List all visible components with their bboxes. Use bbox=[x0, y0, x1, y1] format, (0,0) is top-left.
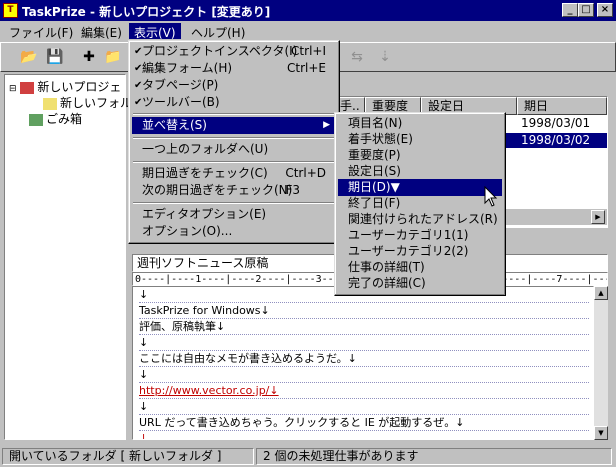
window-title: TaskPrize - 新しいプロジェクト [変更あり] bbox=[22, 5, 271, 19]
menu-item-tab-page[interactable]: ✔ タブページ(P) bbox=[132, 77, 336, 94]
memo-editor[interactable]: ↓ TaskPrize for Windows↓ 評価、原稿執筆↓ ↓ ここには… bbox=[132, 286, 594, 440]
menu-file[interactable]: ファイル(F) bbox=[4, 23, 78, 40]
project-icon bbox=[20, 81, 35, 94]
memo-line: ↓ bbox=[139, 335, 589, 351]
collapse-icon[interactable]: ⊟ bbox=[9, 84, 17, 94]
tree-item-folder[interactable]: 新しいフォル bbox=[43, 95, 132, 111]
menu-edit[interactable]: 編集(E) bbox=[76, 23, 127, 40]
tree-item-trash[interactable]: ごみ箱 bbox=[29, 111, 82, 127]
view-menu: ✔ プロジェクトインスペクタ(I) Ctrl+I ✔ 編集フォーム(H) Ctrl+E … bbox=[128, 40, 340, 244]
memo-line: TaskPrize for Windows↓ bbox=[139, 303, 589, 319]
check-icon: ✔ bbox=[134, 46, 143, 57]
folder-icon bbox=[43, 97, 57, 110]
sort-item-end-date[interactable]: 終了日(F) bbox=[338, 195, 502, 212]
menu-item-options[interactable]: オプション(O)... bbox=[132, 223, 336, 240]
menu-item-check-overdue[interactable]: 期日過ぎをチェック(C) Ctrl+D bbox=[132, 165, 336, 182]
memo-line: ↓ bbox=[139, 367, 589, 383]
sort-submenu: 項目名(N) 着手状態(E) 重要度(P) 設定日(S) 期日(D)▼ 終了日(… bbox=[334, 112, 506, 296]
menu-view[interactable]: 表示(V) bbox=[129, 23, 181, 40]
save-icon[interactable]: 💾 bbox=[43, 47, 67, 69]
submenu-arrow-icon: ▶ bbox=[323, 120, 330, 130]
sort-item-address[interactable]: 関連付けられたアドレス(R) bbox=[338, 211, 502, 228]
scroll-up-icon[interactable]: ▲ bbox=[594, 286, 608, 300]
menu-item-editor-options[interactable]: エディタオプション(E) bbox=[132, 206, 336, 223]
title-bar[interactable]: T TaskPrize - 新しいプロジェクト [変更あり] _ □ × bbox=[0, 0, 616, 21]
status-folder: 開いているフォルダ [ 新しいフォルダ ] bbox=[2, 448, 254, 465]
scroll-right-icon[interactable]: ▶ bbox=[591, 210, 605, 224]
menu-item-sort[interactable]: 並べ替え(S) ▶ bbox=[132, 117, 336, 134]
menu-separator bbox=[133, 161, 335, 163]
memo-line: ↓ bbox=[139, 399, 589, 415]
tree-item-project[interactable]: ⊟ 新しいプロジェ bbox=[9, 79, 121, 95]
menu-item-project-inspector[interactable]: ✔ プロジェクトインスペクタ(I) Ctrl+I bbox=[132, 43, 336, 60]
sort-item-priority[interactable]: 重要度(P) bbox=[338, 147, 502, 164]
sort-item-task-detail[interactable]: 仕事の詳細(T) bbox=[338, 259, 502, 276]
check-icon: ✔ bbox=[134, 63, 143, 74]
sort-item-done-detail[interactable]: 完了の詳細(C) bbox=[338, 275, 502, 292]
move-icon[interactable]: ⇆ bbox=[345, 47, 369, 69]
menu-item-edit-form[interactable]: ✔ 編集フォーム(H) Ctrl+E bbox=[132, 60, 336, 77]
sort-item-start-state[interactable]: 着手状態(E) bbox=[338, 131, 502, 148]
trash-icon bbox=[29, 113, 43, 126]
move-down-icon[interactable]: ⇣ bbox=[373, 47, 397, 69]
sort-item-name[interactable]: 項目名(N) bbox=[338, 115, 502, 132]
sort-item-due-date[interactable]: 期日(D)▼ bbox=[338, 179, 502, 196]
menu-item-next-overdue[interactable]: 次の期日過ぎをチェック(N) F3 bbox=[132, 182, 336, 199]
check-icon: ✔ bbox=[134, 97, 143, 108]
memo-link[interactable]: http://www.vector.co.jp/↓ bbox=[139, 383, 589, 399]
menu-separator bbox=[133, 113, 335, 115]
memo-line: URL だって書き込めちゃう。クリックすると IE が起動するぜ。↓ bbox=[139, 415, 589, 431]
sort-item-category2[interactable]: ユーザーカテゴリ2(2) bbox=[338, 243, 502, 260]
minimize-button[interactable]: _ bbox=[562, 3, 578, 17]
sort-item-category1[interactable]: ユーザーカテゴリ1(1) bbox=[338, 227, 502, 244]
memo-line: 評価、原稿執筆↓ bbox=[139, 319, 589, 335]
status-message: 2 個の未処理仕事があります bbox=[256, 448, 612, 465]
due-cell[interactable]: 1998/03/01 bbox=[517, 116, 607, 131]
mouse-cursor-icon bbox=[484, 185, 498, 211]
sort-item-set-date[interactable]: 設定日(S) bbox=[338, 163, 502, 180]
new-task-icon[interactable]: ✚ bbox=[77, 47, 101, 69]
column-header-due[interactable]: 期日 bbox=[517, 97, 607, 115]
menu-help[interactable]: ヘルプ(H) bbox=[186, 23, 250, 40]
menu-separator bbox=[133, 137, 335, 139]
memo-line: ↓ bbox=[139, 431, 589, 439]
new-folder-icon[interactable]: 📁 bbox=[101, 47, 125, 69]
maximize-button[interactable]: □ bbox=[578, 3, 594, 17]
menu-item-parent-folder[interactable]: 一つ上のフォルダへ(U) bbox=[132, 141, 336, 158]
status-bar: 開いているフォルダ [ 新しいフォルダ ] 2 個の未処理仕事があります bbox=[0, 446, 616, 467]
close-button[interactable]: × bbox=[597, 3, 613, 17]
app-icon[interactable]: T bbox=[3, 3, 18, 18]
open-folder-icon[interactable]: 📂 bbox=[17, 47, 41, 69]
menu-separator bbox=[133, 202, 335, 204]
scroll-down-icon[interactable]: ▼ bbox=[594, 426, 608, 440]
due-cell[interactable]: 1998/03/02 bbox=[517, 133, 607, 148]
menu-bar: ファイル(F) 編集(E) 表示(V) ヘルプ(H) bbox=[0, 21, 616, 40]
project-tree[interactable]: ⊟ 新しいプロジェ 新しいフォル ごみ箱 bbox=[4, 74, 132, 440]
menu-item-toolbar[interactable]: ✔ ツールバー(B) bbox=[132, 94, 336, 111]
check-icon: ✔ bbox=[134, 80, 143, 91]
memo-line: ここには自由なメモが書き込めるようだ。↓ bbox=[139, 351, 589, 367]
vertical-scrollbar[interactable]: ▲ ▼ bbox=[594, 286, 608, 440]
